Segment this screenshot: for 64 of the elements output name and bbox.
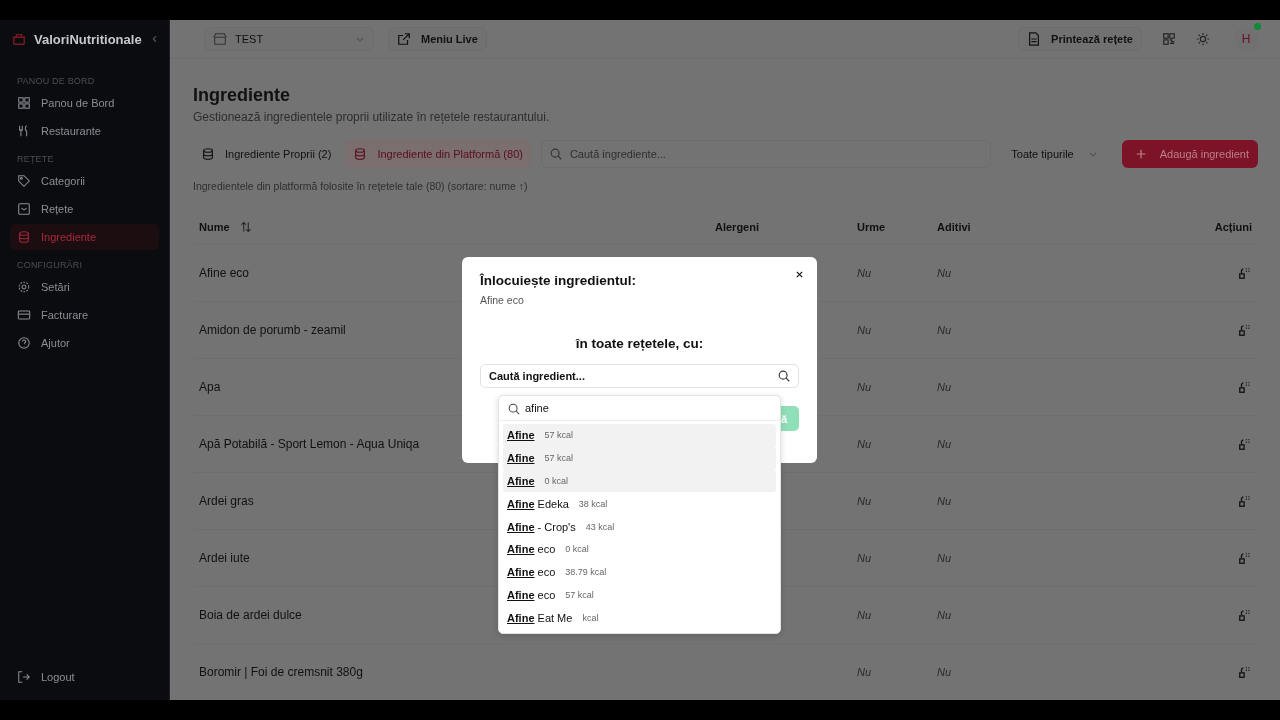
table-cell-text: Nu <box>937 666 953 678</box>
dropdown-search-field[interactable]: afine <box>499 396 780 421</box>
table-cell-text: Nu <box>937 324 953 336</box>
sidebar-item[interactable]: Setări <box>10 274 159 300</box>
type-filter[interactable]: Toate tipurile <box>1001 140 1108 168</box>
dropdown-option[interactable]: Afine - Crop's 43 kcal <box>503 515 776 538</box>
restaurant-select[interactable]: TEST <box>204 27 374 51</box>
ingredient-name: Apă Potabilă - Sport Lemon - Aqua Uniqa <box>199 437 420 451</box>
ingredient-name: Amidon de porumb - zeamil <box>199 323 346 337</box>
dropdown-option[interactable]: Afine 0 kcal <box>503 469 776 493</box>
column-header[interactable]: Nume <box>199 221 230 233</box>
sidebar-item[interactable]: Restaurante <box>10 118 159 144</box>
table-cell-text: Nu <box>857 381 873 393</box>
table-cell-text: Nu <box>857 438 873 450</box>
table-cell-text: Nu <box>857 666 873 678</box>
live-menu-button[interactable]: Meniu Live <box>388 27 487 51</box>
sidebar-item[interactable]: Panou de Bord <box>10 90 159 116</box>
dialog-title: Înlocuiește ingredientul: <box>480 273 637 288</box>
dropdown-option[interactable]: Afine eco 38.79 kcal <box>503 560 776 584</box>
table-cell-text: Nu <box>857 324 873 336</box>
dropdown-option[interactable]: Afine Eat Me kcal <box>503 606 776 630</box>
table-cell-text: Nu <box>857 552 873 564</box>
dropdown-option[interactable]: Afine 57 kcal <box>503 446 776 470</box>
table-cell-text: Nu <box>857 609 873 621</box>
sidebar-item[interactable]: Rețete <box>10 196 159 222</box>
ingredient-name: Apa <box>199 380 221 394</box>
table-cell-text: Nu <box>937 438 953 450</box>
page-subtitle: Gestionează ingredientele proprii utilizate în rețetele restaurantului. <box>193 110 551 124</box>
search-field[interactable]: Caută ingrediente... <box>540 140 992 168</box>
column-header: Acțiuni <box>1213 221 1252 233</box>
dropdown-option[interactable]: Afine eco 57 kcal <box>503 583 776 607</box>
column-header: Aditivi <box>937 221 972 233</box>
section-title: CONFIGURĂRI <box>17 260 84 270</box>
sidebar-item[interactable]: Categorii <box>10 168 159 194</box>
print-recipes-button[interactable]: Printează rețete <box>1018 27 1142 51</box>
ingredient-name: Boromir | Foi de cremsnit 380g <box>199 665 363 679</box>
section-title: PANOU DE BORD <box>17 76 96 86</box>
add-ingredient-button[interactable]: Adaugă ingredient <box>1121 140 1258 168</box>
page-title: Ingrediente <box>193 85 291 106</box>
ingredient-name: Ardei gras <box>199 494 254 508</box>
dropdown-option[interactable]: Afine 57 kcal <box>503 424 776 447</box>
table-note: Ingredientele din platformă folosite în rețetele tale (80) (sortare: nume ↑) <box>193 180 529 192</box>
ingredient-select[interactable]: Caută ingredient... <box>480 364 799 388</box>
dropdown-option[interactable]: Afine eco 0 kcal <box>503 538 776 561</box>
ingredient-name: Boia de ardei dulce <box>199 608 302 622</box>
dropdown-option[interactable]: Afine Edeka 38 kcal <box>503 492 776 516</box>
sidebar-item[interactable]: Ajutor <box>10 330 159 356</box>
logout-link[interactable]: Logout <box>10 664 159 690</box>
table-cell-text: Nu <box>937 495 953 507</box>
table-cell-text: Nu <box>937 609 953 621</box>
table-cell-text: Nu <box>857 267 873 279</box>
table-cell-text: Nu <box>937 267 953 279</box>
section-title: REȚETE <box>17 154 55 164</box>
brand-name[interactable]: ValoriNutritionale <box>34 31 142 47</box>
table-cell-text: Nu <box>857 495 873 507</box>
table-cell-text: Nu <box>937 381 953 393</box>
ingredient-name: Ardei iute <box>199 551 250 565</box>
dialog-prompt: în toate rețetele, cu: <box>574 336 705 351</box>
table-cell-text: Nu <box>937 552 953 564</box>
column-header: Alergeni <box>715 221 760 233</box>
current-ingredient: Afine eco <box>480 294 525 306</box>
ingredient-name: Afine eco <box>199 266 250 280</box>
sidebar-item[interactable]: Facturare <box>10 302 159 328</box>
column-header: Urme <box>857 221 887 233</box>
